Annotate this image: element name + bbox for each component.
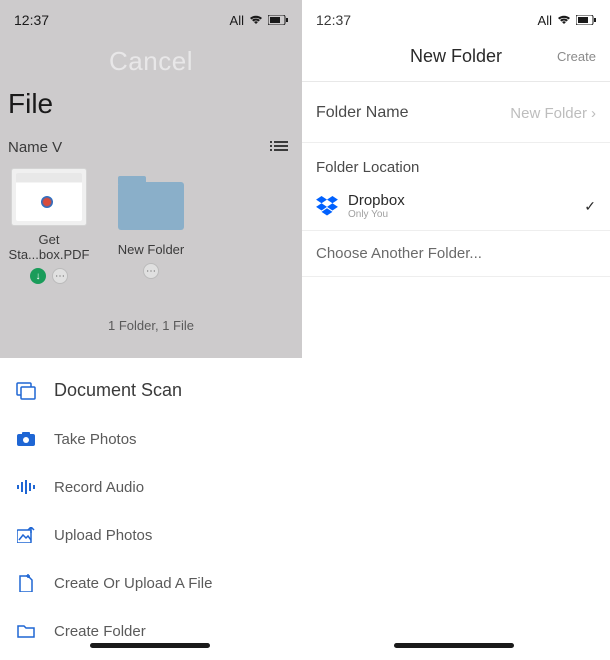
- create-file-icon: [16, 573, 36, 593]
- action-document-scan[interactable]: Document Scan: [12, 366, 302, 415]
- more-icon[interactable]: ⋯: [52, 268, 68, 284]
- file-item-pdf[interactable]: Get Sta...box.PDF ↓ ⋯: [4, 168, 94, 284]
- page-title: File: [8, 88, 53, 120]
- scan-icon: [16, 381, 36, 401]
- list-view-icon[interactable]: [274, 138, 290, 156]
- action-upload-photos[interactable]: Upload Photos: [12, 511, 302, 559]
- folder-name-label: Folder Name: [316, 104, 408, 122]
- folder-name-row[interactable]: Folder Name New Folder ›: [302, 82, 610, 143]
- modal-title: New Folder: [410, 46, 502, 67]
- home-indicator-right[interactable]: [394, 643, 514, 648]
- new-folder-modal: 12:37 All New Folder Create Folder Name …: [302, 0, 610, 660]
- camera-icon: [16, 429, 36, 449]
- location-section-label: Folder Location: [302, 143, 610, 182]
- synced-icon: ↓: [30, 268, 46, 284]
- sort-dropdown[interactable]: Name V: [8, 139, 62, 156]
- actions-menu: Document Scan Take Photos Record Audio U…: [12, 366, 302, 655]
- status-time: 12:37: [14, 12, 49, 28]
- folder-summary: 1 Folder, 1 File: [108, 318, 194, 333]
- battery-icon: [576, 13, 596, 28]
- wifi-icon: [557, 13, 571, 28]
- chevron-right-icon: ›: [591, 105, 596, 122]
- create-button[interactable]: Create: [557, 49, 596, 64]
- status-indicators: All: [538, 13, 596, 28]
- folder-icon: [118, 182, 184, 230]
- file-item-folder[interactable]: New Folder ⋯: [106, 168, 196, 284]
- status-bar-right: 12:37 All: [302, 0, 610, 36]
- action-take-photos[interactable]: Take Photos: [12, 415, 302, 463]
- status-indicators: All: [230, 13, 288, 28]
- battery-icon: [268, 13, 288, 28]
- status-time: 12:37: [316, 12, 351, 28]
- dropbox-icon: [316, 195, 338, 217]
- location-name: Dropbox: [348, 192, 574, 209]
- location-subtitle: Only You: [348, 209, 574, 220]
- folder-name-value: New Folder ›: [510, 105, 596, 122]
- file-thumbnail: [11, 168, 87, 226]
- wifi-icon: [249, 13, 263, 28]
- background-file-view: 12:37 All Cancel File Name V Get Sta...: [0, 0, 302, 358]
- more-icon[interactable]: ⋯: [143, 263, 159, 279]
- choose-another-folder[interactable]: Choose Another Folder...: [302, 231, 610, 277]
- location-dropbox-row[interactable]: Dropbox Only You ✓: [302, 182, 610, 231]
- cancel-overlay-text: Cancel: [109, 46, 193, 77]
- home-indicator-left[interactable]: [90, 643, 210, 648]
- check-icon: ✓: [584, 198, 596, 215]
- upload-photo-icon: [16, 525, 36, 545]
- action-create-upload-file[interactable]: Create Or Upload A File: [12, 559, 302, 607]
- audio-icon: [16, 477, 36, 497]
- files-grid: Get Sta...box.PDF ↓ ⋯ New Folder ⋯: [4, 168, 196, 284]
- action-record-audio[interactable]: Record Audio: [12, 463, 302, 511]
- modal-header: New Folder Create: [302, 36, 610, 82]
- status-bar-left: 12:37 All: [0, 0, 302, 36]
- folder-icon: [16, 621, 36, 641]
